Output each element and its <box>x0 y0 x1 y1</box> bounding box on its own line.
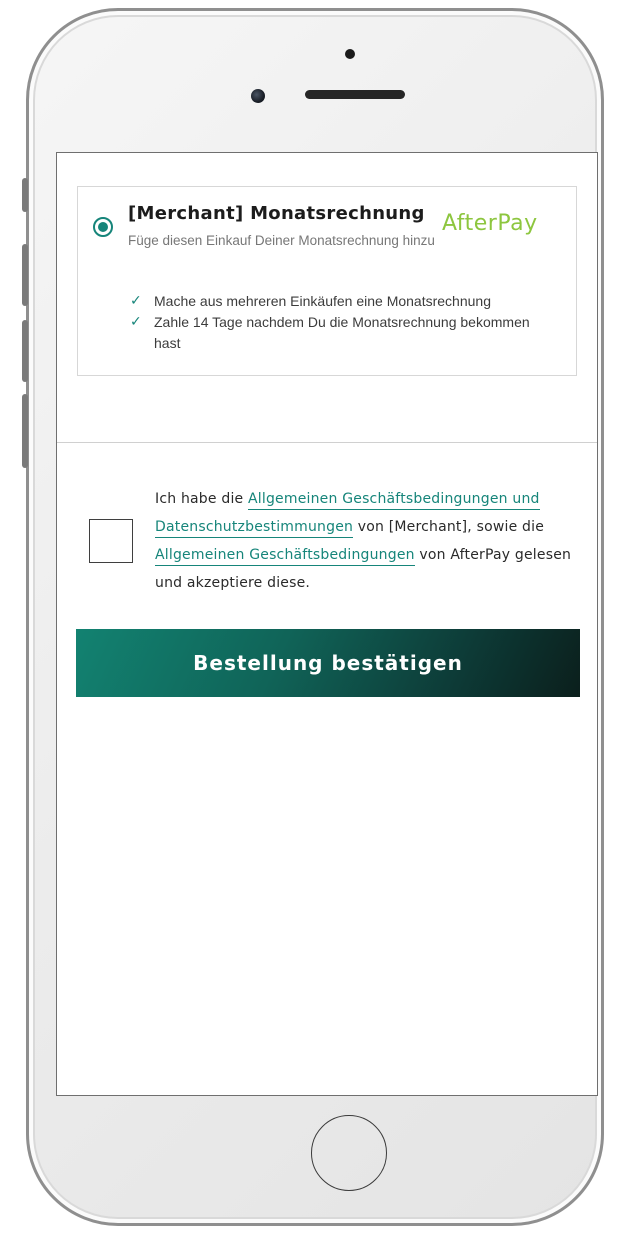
terms-checkbox[interactable] <box>89 519 133 563</box>
list-item: ✓ Mache aus mehreren Einkäufen eine Mona… <box>130 291 550 312</box>
radio-dot <box>98 222 108 232</box>
mute-switch <box>22 178 28 212</box>
afterpay-terms-link[interactable]: Allgemeinen Geschäftsbedingungen <box>155 547 415 566</box>
benefit-text: Zahle 14 Tage nachdem Du die Monatsrechn… <box>154 314 530 351</box>
benefit-list: ✓ Mache aus mehreren Einkäufen eine Mona… <box>130 291 550 354</box>
afterpay-logo-text: AfterPay <box>442 211 538 236</box>
extra-side-button <box>22 394 28 468</box>
home-button[interactable] <box>311 1115 387 1191</box>
terms-text-part: Ich habe die <box>155 491 248 507</box>
terms-text-part: von [Merchant], sowie die <box>353 519 545 535</box>
checkmark-icon: ✓ <box>130 314 142 330</box>
terms-text: Ich habe die Allgemeinen Geschäftsbeding… <box>155 485 575 597</box>
speaker-grille <box>305 90 405 99</box>
list-item: ✓ Zahle 14 Tage nachdem Du die Monatsrec… <box>130 312 550 354</box>
benefit-text: Mache aus mehreren Einkäufen eine Monats… <box>154 293 491 309</box>
confirm-order-button[interactable]: Bestellung bestätigen <box>76 629 580 697</box>
confirm-order-label: Bestellung bestätigen <box>193 651 463 675</box>
checkout-screen: [Merchant] Monatsrechnung Füge diesen Ei… <box>56 152 598 1096</box>
payment-option-title: [Merchant] Monatsrechnung <box>128 203 425 224</box>
volume-up-button <box>22 244 28 306</box>
payment-option-subtitle: Füge diesen Einkauf Deiner Monatsrechnun… <box>128 233 435 248</box>
radio-selected-icon[interactable] <box>93 217 113 237</box>
checkmark-icon: ✓ <box>130 293 142 309</box>
section-divider <box>57 442 597 443</box>
front-camera-icon <box>251 89 265 103</box>
proximity-sensor-icon <box>345 49 355 59</box>
afterpay-logo: AfterPay <box>442 207 554 241</box>
payment-option-card[interactable]: [Merchant] Monatsrechnung Füge diesen Ei… <box>77 186 577 376</box>
volume-down-button <box>22 320 28 382</box>
